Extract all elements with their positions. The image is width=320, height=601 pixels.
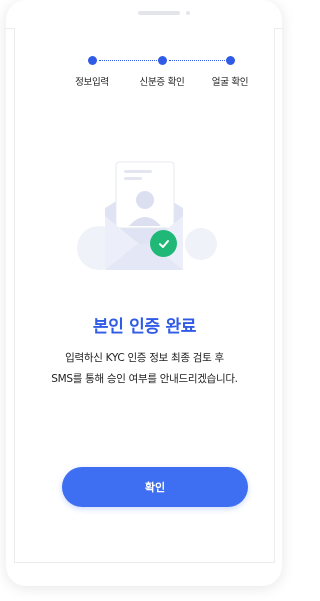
speaker-slot (138, 11, 180, 15)
progress-steps: 정보입력 신분증 확인 얼굴 확인 (15, 28, 274, 98)
check-icon (150, 230, 177, 257)
step-connector-1 (99, 60, 157, 61)
page-title: 본인 인증 완료 (92, 317, 197, 337)
confirm-button[interactable]: 확인 (62, 467, 248, 507)
step-dot-1 (88, 56, 97, 65)
result-description: 입력하신 KYC 인증 정보 최종 검토 후 SMS를 통해 승인 여부를 안내… (15, 348, 274, 390)
camera-dot (186, 11, 190, 15)
step-dot-2 (158, 56, 167, 65)
step-connector-2 (169, 60, 225, 61)
phone-top-bar (6, 0, 282, 29)
step-dot-3 (226, 56, 235, 65)
step-label-id-check: 신분증 확인 (139, 77, 185, 88)
step-label-face-check: 얼굴 확인 (211, 77, 249, 88)
description-line-2: SMS를 통해 승인 여부를 안내드리겠습니다. (51, 373, 238, 385)
description-line-1: 입력하신 KYC 인증 정보 최종 검토 후 (65, 352, 224, 364)
step-label-info-input: 정보입력 (75, 77, 109, 88)
envelope-id-card-icon (15, 148, 274, 288)
